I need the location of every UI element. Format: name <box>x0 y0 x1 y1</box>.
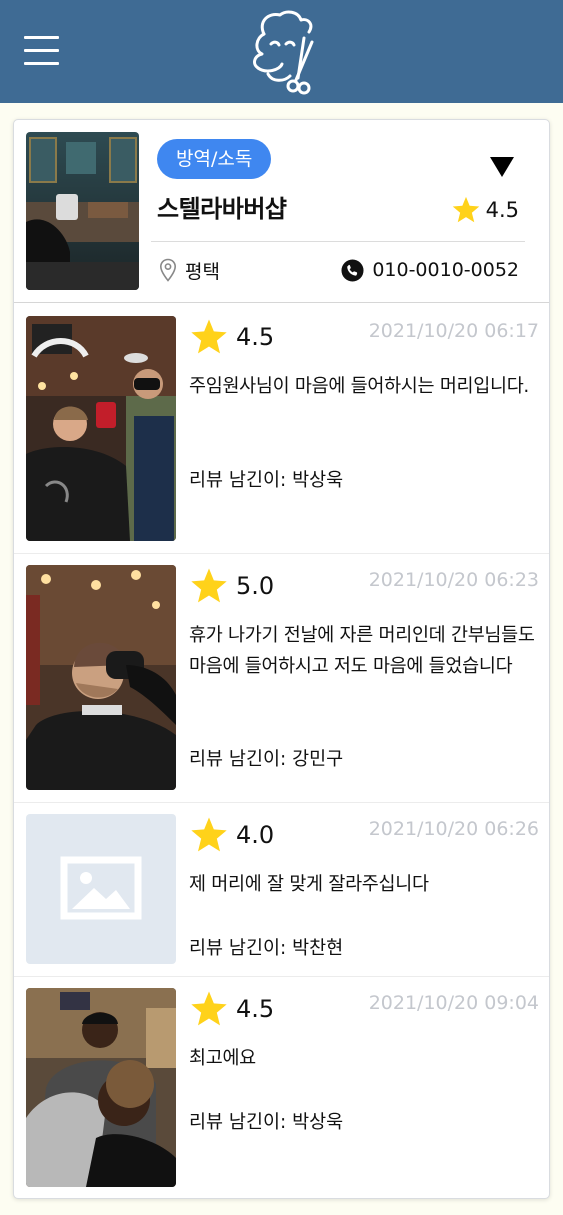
shop-rating-value: 4.5 <box>485 198 519 222</box>
review-author: 리뷰 남긴이: 박상욱 <box>189 1112 344 1133</box>
review-rating-value: 4.5 <box>236 995 275 1023</box>
shop-location-text: 평택 <box>185 260 220 283</box>
review-date: 2021/10/20 06:23 <box>368 569 539 591</box>
location-pin-icon <box>159 258 177 282</box>
review-author: 리뷰 남긴이: 박찬현 <box>189 938 344 959</box>
review-divider <box>14 976 549 977</box>
review-text: 주임원사님이 마음에 들어하시는 머리입니다. <box>189 376 530 397</box>
divider <box>14 302 549 303</box>
shop-phone[interactable]: 010-0010-0052 <box>341 255 519 285</box>
top-app-bar <box>0 0 563 103</box>
review-item: 4.5 2021/10/20 09:04 최고에요 리뷰 남긴이: 박상욱 <box>14 988 549 1187</box>
review-photo <box>26 565 176 790</box>
image-placeholder-icon <box>60 856 142 920</box>
star-icon <box>189 566 229 606</box>
review-author: 리뷰 남긴이: 박상욱 <box>189 470 344 491</box>
review-rating: 4.5 <box>189 316 274 358</box>
star-icon <box>451 195 481 225</box>
review-date: 2021/10/20 09:04 <box>368 992 539 1014</box>
shop-review-card: 방역/소독 스텔라바버샵 4.5 평택 010-0010-0052 4.5 20… <box>13 119 550 1199</box>
shop-location: 평택 <box>159 255 220 285</box>
review-rating: 4.0 <box>189 814 274 856</box>
review-rating: 5.0 <box>189 565 274 607</box>
hamburger-menu-icon[interactable] <box>24 36 59 66</box>
review-item: 4.0 2021/10/20 06:26 제 머리에 잘 맞게 잘라주십니다 리… <box>14 814 549 964</box>
review-text: 제 머리에 잘 맞게 잘라주십니다 <box>189 874 429 895</box>
review-rating-value: 5.0 <box>236 572 275 600</box>
review-photo <box>26 988 176 1187</box>
review-rating-value: 4.5 <box>236 323 275 351</box>
review-divider <box>14 802 549 803</box>
shop-name: 스텔라바버샵 <box>157 195 287 223</box>
barber-logo-icon <box>253 10 314 95</box>
review-text: 최고에요 <box>189 1048 256 1069</box>
shop-photo <box>26 132 139 290</box>
review-date: 2021/10/20 06:26 <box>368 818 539 840</box>
review-photo <box>26 316 176 541</box>
review-photo-placeholder <box>26 814 176 964</box>
category-tag[interactable]: 방역/소독 <box>157 139 272 179</box>
review-text: 휴가 나가기 전날에 자른 머리인데 간부님들도 마음에 들어하시고 저도 마음… <box>189 625 535 677</box>
review-rating: 4.5 <box>189 988 274 1030</box>
star-icon <box>189 317 229 357</box>
review-date: 2021/10/20 06:17 <box>368 320 539 342</box>
star-icon <box>189 815 229 855</box>
review-divider <box>14 553 549 554</box>
phone-icon <box>341 258 364 282</box>
review-author: 리뷰 남긴이: 강민구 <box>189 749 344 770</box>
review-rating-value: 4.0 <box>236 821 275 849</box>
star-icon <box>189 989 229 1029</box>
review-item: 4.5 2021/10/20 06:17 주임원사님이 마음에 들어하시는 머리… <box>14 316 549 541</box>
shop-rating: 4.5 <box>451 194 519 226</box>
shop-phone-number: 010-0010-0052 <box>372 259 519 281</box>
collapse-triangle-icon[interactable] <box>488 152 516 180</box>
review-item: 5.0 2021/10/20 06:23 휴가 나가기 전날에 자른 머리인데 … <box>14 565 549 790</box>
divider <box>151 241 525 242</box>
